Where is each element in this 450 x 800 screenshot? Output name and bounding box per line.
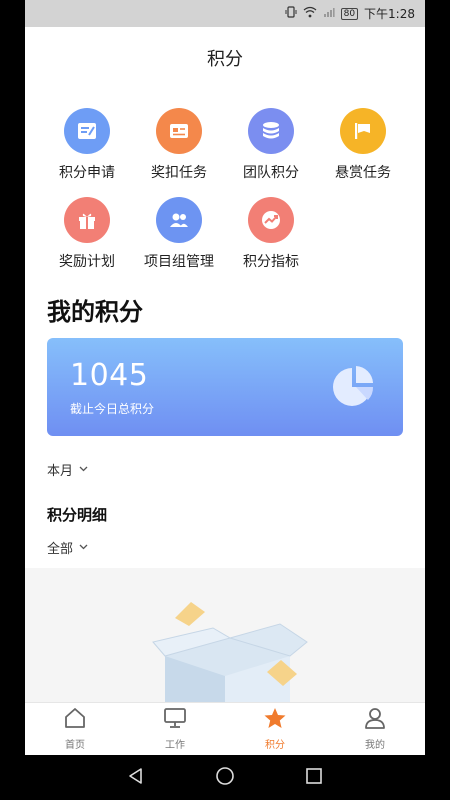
menu-item-label: 奖扣任务: [151, 165, 207, 181]
chevron-down-icon: [79, 465, 88, 475]
user-icon: [363, 707, 387, 733]
period-value: 本月: [47, 464, 74, 479]
battery-indicator: 80: [340, 7, 359, 20]
period-dropdown[interactable]: 本月: [47, 460, 88, 479]
total-points-caption: 截止今日总积分: [70, 402, 155, 416]
tab-points[interactable]: 积分: [225, 703, 325, 755]
system-nav-bar: [0, 755, 450, 800]
menu-item-points-metrics[interactable]: 积分指标: [221, 197, 321, 271]
category-dropdown[interactable]: 全部: [47, 538, 88, 557]
app-screen: 80 下午1:28 积分 积分申请 奖扣任务 团队积分 悬赏任务 奖励计划 项目…: [25, 0, 425, 800]
menu-item-reward-plan[interactable]: 奖励计划: [37, 197, 137, 271]
menu-item-team-points[interactable]: 团队积分: [221, 108, 321, 182]
star-icon: [263, 707, 287, 733]
tab-label: 我的: [365, 740, 385, 751]
tab-label: 积分: [265, 740, 285, 751]
signal-icon: [323, 6, 335, 21]
coins-stack-icon: [248, 108, 294, 154]
flag-icon: [340, 108, 386, 154]
menu-item-label: 项目组管理: [144, 254, 214, 270]
menu-item-points-apply[interactable]: 积分申请: [37, 108, 137, 182]
clock-time: 下午1:28: [364, 7, 415, 21]
wifi-icon: [303, 6, 317, 21]
menu-item-project-group[interactable]: 项目组管理: [129, 197, 229, 271]
tab-work[interactable]: 工作: [125, 703, 225, 755]
menu-item-reward-tasks[interactable]: 奖扣任务: [129, 108, 229, 182]
monitor-icon: [163, 707, 187, 733]
id-card-icon: [156, 108, 202, 154]
points-detail-heading: 积分明细: [47, 506, 108, 524]
pie-chart-icon: [333, 366, 374, 406]
menu-item-bounty-tasks[interactable]: 悬赏任务: [313, 108, 413, 182]
tab-label: 首页: [65, 740, 85, 751]
tab-label: 工作: [165, 740, 185, 751]
gift-icon: [64, 197, 110, 243]
vibrate-icon: [285, 6, 297, 21]
total-points-card[interactable]: 1045 截止今日总积分: [47, 338, 403, 436]
category-value: 全部: [47, 542, 74, 557]
chevron-down-icon: [79, 543, 88, 553]
menu-item-label: 悬赏任务: [335, 165, 391, 181]
menu-item-label: 积分指标: [243, 254, 299, 270]
trend-icon: [248, 197, 294, 243]
menu-item-label: 奖励计划: [59, 254, 115, 270]
back-icon[interactable]: [127, 767, 145, 789]
page-title: 积分: [207, 49, 243, 70]
home-circle-icon[interactable]: [215, 766, 235, 790]
title-bar: 积分: [25, 27, 425, 89]
empty-box-illustration: [152, 602, 308, 702]
recents-icon[interactable]: [305, 767, 323, 789]
tab-home[interactable]: 首页: [25, 703, 125, 755]
total-points-value: 1045: [70, 358, 149, 393]
bottom-tab-bar: 首页 工作 积分 我的: [25, 702, 425, 755]
form-icon: [64, 108, 110, 154]
menu-item-label: 积分申请: [59, 165, 115, 181]
menu-item-label: 团队积分: [243, 165, 299, 181]
status-bar: 80 下午1:28: [25, 0, 425, 27]
my-points-heading: 我的积分: [47, 298, 143, 326]
tab-mine[interactable]: 我的: [325, 703, 425, 755]
team-icon: [156, 197, 202, 243]
empty-state: [25, 568, 425, 702]
home-icon: [63, 707, 87, 733]
